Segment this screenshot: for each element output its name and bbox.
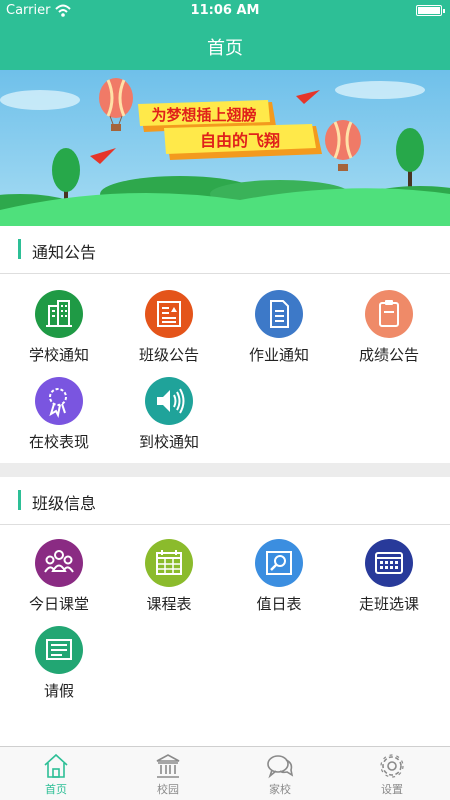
grid-item-homework-notice[interactable]: 作业通知 [220,290,332,372]
tab-label: 校园 [157,783,179,796]
grid-item-label: 走班选课 [358,595,419,613]
chat-bubbles-icon [267,755,294,779]
grid-item-timetable[interactable]: 课程表 [110,539,222,621]
section-accent-bar [18,490,21,510]
leave-note-icon [35,626,83,674]
award-ribbon-icon [35,377,83,425]
tab-bar: 首页 校园 家校 设置 [0,746,450,800]
grid-item-arrival-notice[interactable]: 到校通知 [110,377,222,459]
grid-item-school-notice[interactable]: 学校通知 [0,290,112,372]
section-divider [0,463,450,477]
page-title: 首页 [207,38,243,59]
grid-item-grades-notice[interactable]: 成绩公告 [330,290,442,372]
grid-item-label: 班级公告 [138,346,199,364]
banner-illustration: 为梦想插上翅膀 自由的飞翔 [0,70,450,226]
grid-item-label: 值日表 [256,595,302,613]
grid-item-label: 作业通知 [248,346,309,364]
campus-building-icon [156,754,180,778]
section-header-notice: 通知公告 [0,226,450,274]
class-bulletin-icon [145,290,193,338]
section-title-class-info: 班级信息 [32,494,97,513]
banner-line2: 自由的飞翔 [200,131,280,150]
grid-item-label: 到校通知 [138,433,199,451]
speaker-icon [145,377,193,425]
top-bar: Carrier 11:06 AM 首页 [0,0,450,70]
gear-icon [380,754,404,778]
grid-item-course-selection[interactable]: 走班选课 [330,539,442,621]
school-building-icon [35,290,83,338]
grid-item-label: 请假 [43,682,74,700]
grid-item-school-performance[interactable]: 在校表现 [0,377,112,459]
grid-item-label: 课程表 [146,595,192,613]
students-group-icon [35,539,83,587]
tab-label: 首页 [45,783,67,796]
home-icon [44,753,68,778]
clock: 11:06 AM [190,3,260,18]
grid-item-today-class[interactable]: 今日课堂 [0,539,112,621]
grades-clipboard-icon [365,290,413,338]
course-select-calendar-icon [365,539,413,587]
tab-home[interactable]: 首页 [0,747,112,800]
tab-settings[interactable]: 设置 [336,747,448,800]
section-accent-bar [18,239,21,259]
tab-campus[interactable]: 校园 [112,747,224,800]
tab-home-school[interactable]: 家校 [224,747,336,800]
grid-item-class-bulletin[interactable]: 班级公告 [110,290,222,372]
banner[interactable]: 为梦想插上翅膀 自由的飞翔 [0,70,450,226]
tab-label: 设置 [381,783,403,796]
section-title-notice: 通知公告 [32,243,97,262]
timetable-calendar-icon [145,539,193,587]
banner-line1: 为梦想插上翅膀 [151,106,256,124]
grid-item-label: 成绩公告 [358,346,419,364]
duty-search-icon [255,539,303,587]
grid-item-leave-request[interactable]: 请假 [0,626,112,708]
grid-item-label: 学校通知 [28,346,89,364]
tab-label: 家校 [269,783,291,796]
status-bar: Carrier 11:06 AM [0,0,450,22]
grid-item-duty-roster[interactable]: 值日表 [220,539,332,621]
grid-item-label: 今日课堂 [28,595,89,613]
section-header-class-info: 班级信息 [0,477,450,525]
homework-document-icon [255,290,303,338]
battery-icon [416,5,445,16]
grid-item-label: 在校表现 [28,433,89,451]
